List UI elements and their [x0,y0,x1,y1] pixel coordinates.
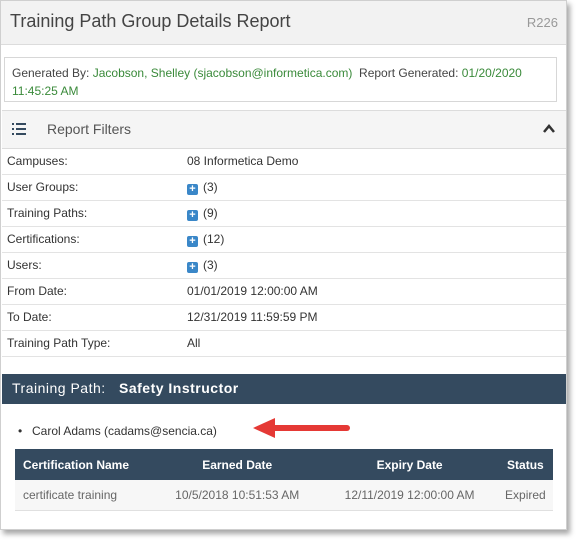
generated-by-label: Generated By: [12,66,90,80]
filter-row-from-date: From Date: 01/01/2019 12:00:00 AM [2,278,566,305]
filter-label: Training Path Type: [7,336,111,350]
filter-value: 08 Informetica Demo [187,154,299,168]
filter-label: Certifications: [7,232,80,246]
filter-value: (3) [203,258,218,272]
table-row: certificate training 10/5/2018 10:51:53 … [15,480,553,511]
certification-table: Certification Name Earned Date Expiry Da… [15,449,553,511]
col-earned-date[interactable]: Earned Date [153,449,322,480]
filter-label: User Groups: [7,180,79,194]
filter-row-training-paths: Training Paths: + (9) [2,200,566,227]
filter-value: (3) [203,180,218,194]
table-header-row: Certification Name Earned Date Expiry Da… [15,449,553,480]
col-certification-name[interactable]: Certification Name [15,449,153,480]
filter-row-campuses: Campuses: 08 Informetica Demo [2,148,566,175]
expand-plus-icon[interactable]: + [187,262,198,273]
filter-row-to-date: To Date: 12/31/2019 11:59:59 PM [2,304,566,331]
filter-label: Training Paths: [7,206,88,220]
page-title: Training Path Group Details Report [10,11,291,31]
report-generated-time: 11:45:25 AM [12,84,79,98]
arrow-left-icon [253,418,350,438]
expand-plus-icon[interactable]: + [187,236,198,247]
filter-value: 12/31/2019 11:59:59 PM [187,310,318,324]
filter-value: (12) [203,232,225,246]
training-path-header: Training Path: Safety Instructor [2,374,566,404]
generated-by-value: Jacobson, Shelley (sjacobson@informetica… [92,66,353,80]
expand-plus-icon[interactable]: + [187,210,198,221]
filter-label: Campuses: [7,154,68,168]
filter-label: Users: [7,258,42,272]
filter-label: To Date: [7,310,52,324]
report-filters-header[interactable]: Report Filters [2,110,566,149]
filter-row-users: Users: + (3) [2,252,566,279]
user-list-item: Carol Adams (cadams@sencia.ca) [18,424,217,438]
generated-info: Generated By: Jacobson, Shelley (sjacobs… [4,57,557,102]
col-status[interactable]: Status [497,449,553,480]
chevron-up-icon[interactable] [542,122,556,136]
filter-value: 01/01/2019 12:00:00 AM [187,284,318,298]
filter-row-training-path-type: Training Path Type: All [2,330,566,357]
list-icon [12,123,26,135]
filter-label: From Date: [7,284,68,298]
cell-status: Expired [497,480,553,511]
cell-expiry-date: 12/11/2019 12:00:00 AM [321,480,498,511]
filter-row-user-groups: User Groups: + (3) [2,174,566,201]
training-path-label: Training Path: [12,380,106,396]
filter-value: All [187,336,201,350]
expand-plus-icon[interactable]: + [187,184,198,195]
cell-earned-date: 10/5/2018 10:51:53 AM [153,480,322,511]
report-generated-date: 01/20/2020 [461,66,522,80]
report-panel: Training Path Group Details Report R226 … [0,0,567,530]
training-path-name: Safety Instructor [119,380,239,396]
col-expiry-date[interactable]: Expiry Date [321,449,498,480]
filter-row-certifications: Certifications: + (12) [2,226,566,253]
report-filters-title: Report Filters [47,121,132,137]
report-code: R226 [526,15,558,30]
filter-value: (9) [203,206,218,220]
user-name: Carol Adams (cadams@sencia.ca) [32,424,217,438]
cell-certification-name: certificate training [15,480,153,511]
report-generated-label: Report Generated: [359,66,459,80]
report-header: Training Path Group Details Report R226 [1,1,566,45]
